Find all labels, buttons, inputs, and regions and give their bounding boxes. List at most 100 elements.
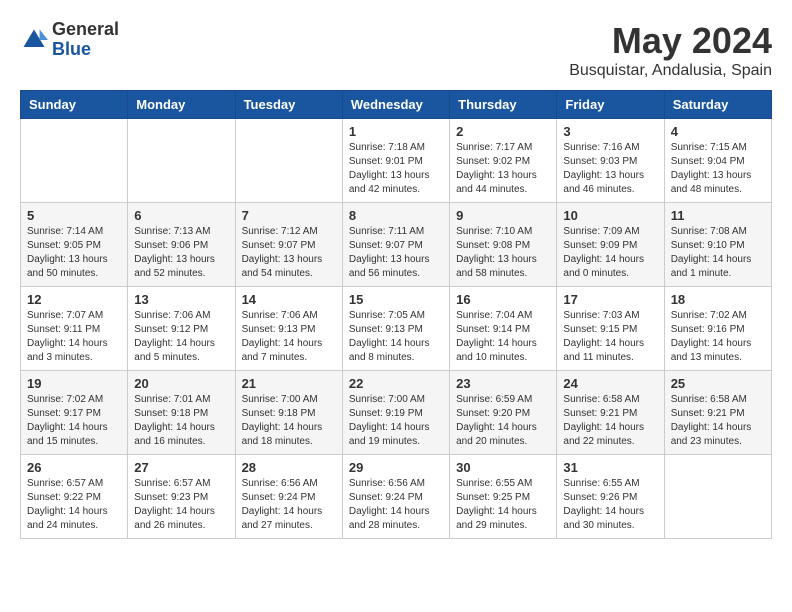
calendar-cell: 31 Sunrise: 6:55 AM Sunset: 9:26 PM Dayli… xyxy=(557,455,664,539)
day-number: 17 xyxy=(563,292,657,307)
header-tuesday: Tuesday xyxy=(235,91,342,119)
location-title: Busquistar, Andalusia, Spain xyxy=(569,62,772,80)
day-number: 27 xyxy=(134,460,228,475)
day-info: Sunrise: 7:18 AM Sunset: 9:01 PM Dayligh… xyxy=(349,141,443,197)
day-number: 16 xyxy=(456,292,550,307)
day-info: Sunrise: 7:03 AM Sunset: 9:15 PM Dayligh… xyxy=(563,309,657,365)
calendar-cell: 23 Sunrise: 6:59 AM Sunset: 9:20 PM Dayli… xyxy=(450,371,557,455)
day-info: Sunrise: 7:00 AM Sunset: 9:18 PM Dayligh… xyxy=(242,393,336,449)
day-info: Sunrise: 7:15 AM Sunset: 9:04 PM Dayligh… xyxy=(671,141,765,197)
day-info: Sunrise: 6:56 AM Sunset: 9:24 PM Dayligh… xyxy=(242,477,336,533)
day-info: Sunrise: 7:09 AM Sunset: 9:09 PM Dayligh… xyxy=(563,225,657,281)
day-number: 31 xyxy=(563,460,657,475)
day-number: 5 xyxy=(27,208,121,223)
header-wednesday: Wednesday xyxy=(342,91,449,119)
day-info: Sunrise: 7:17 AM Sunset: 9:02 PM Dayligh… xyxy=(456,141,550,197)
calendar-week-3: 12Sunrise: 7:07 AM Sunset: 9:11 PM Dayli… xyxy=(21,287,772,371)
calendar-cell: 20 Sunrise: 7:01 AM Sunset: 9:18 PM Dayli… xyxy=(128,371,235,455)
calendar-cell: 18 Sunrise: 7:02 AM Sunset: 9:16 PM Dayli… xyxy=(664,287,771,371)
calendar-cell: 24Sunrise: 6:58 AM Sunset: 9:21 PM Dayli… xyxy=(557,371,664,455)
header-friday: Friday xyxy=(557,91,664,119)
day-info: Sunrise: 7:14 AM Sunset: 9:05 PM Dayligh… xyxy=(27,225,121,281)
logo-icon xyxy=(20,26,48,54)
day-number: 18 xyxy=(671,292,765,307)
calendar-cell: 2 Sunrise: 7:17 AM Sunset: 9:02 PM Daylig… xyxy=(450,119,557,203)
day-info: Sunrise: 6:58 AM Sunset: 9:21 PM Dayligh… xyxy=(563,393,657,449)
day-number: 29 xyxy=(349,460,443,475)
day-info: Sunrise: 6:58 AM Sunset: 9:21 PM Dayligh… xyxy=(671,393,765,449)
day-number: 14 xyxy=(242,292,336,307)
day-number: 26 xyxy=(27,460,121,475)
day-number: 23 xyxy=(456,376,550,391)
month-title: May 2024 xyxy=(569,20,772,62)
day-number: 28 xyxy=(242,460,336,475)
calendar-cell xyxy=(235,119,342,203)
calendar-week-4: 19Sunrise: 7:02 AM Sunset: 9:17 PM Dayli… xyxy=(21,371,772,455)
day-number: 20 xyxy=(134,376,228,391)
calendar-cell: 6Sunrise: 7:13 AM Sunset: 9:06 PM Daylig… xyxy=(128,203,235,287)
logo-general-text: General xyxy=(52,19,119,39)
calendar-cell: 16 Sunrise: 7:04 AM Sunset: 9:14 PM Dayli… xyxy=(450,287,557,371)
day-info: Sunrise: 6:57 AM Sunset: 9:22 PM Dayligh… xyxy=(27,477,121,533)
day-info: Sunrise: 6:55 AM Sunset: 9:26 PM Dayligh… xyxy=(563,477,657,533)
page-header: General Blue May 2024 Busquistar, Andalu… xyxy=(20,20,772,80)
day-number: 12 xyxy=(27,292,121,307)
day-number: 22 xyxy=(349,376,443,391)
day-number: 21 xyxy=(242,376,336,391)
calendar-cell: 12Sunrise: 7:07 AM Sunset: 9:11 PM Dayli… xyxy=(21,287,128,371)
day-info: Sunrise: 7:13 AM Sunset: 9:06 PM Dayligh… xyxy=(134,225,228,281)
calendar-cell: 30 Sunrise: 6:55 AM Sunset: 9:25 PM Dayli… xyxy=(450,455,557,539)
calendar-week-2: 5 Sunrise: 7:14 AM Sunset: 9:05 PM Daylig… xyxy=(21,203,772,287)
calendar-table: Sunday Monday Tuesday Wednesday Thursday… xyxy=(20,90,772,539)
calendar-week-1: 1Sunrise: 7:18 AM Sunset: 9:01 PM Daylig… xyxy=(21,119,772,203)
calendar-cell: 15Sunrise: 7:05 AM Sunset: 9:13 PM Dayli… xyxy=(342,287,449,371)
day-number: 11 xyxy=(671,208,765,223)
day-info: Sunrise: 6:55 AM Sunset: 9:25 PM Dayligh… xyxy=(456,477,550,533)
day-number: 10 xyxy=(563,208,657,223)
calendar-cell: 11Sunrise: 7:08 AM Sunset: 9:10 PM Dayli… xyxy=(664,203,771,287)
day-info: Sunrise: 7:02 AM Sunset: 9:16 PM Dayligh… xyxy=(671,309,765,365)
day-number: 25 xyxy=(671,376,765,391)
calendar-week-5: 26 Sunrise: 6:57 AM Sunset: 9:22 PM Dayli… xyxy=(21,455,772,539)
calendar-cell: 7Sunrise: 7:12 AM Sunset: 9:07 PM Daylig… xyxy=(235,203,342,287)
day-info: Sunrise: 6:56 AM Sunset: 9:24 PM Dayligh… xyxy=(349,477,443,533)
calendar-cell: 19Sunrise: 7:02 AM Sunset: 9:17 PM Dayli… xyxy=(21,371,128,455)
calendar-cell: 3 Sunrise: 7:16 AM Sunset: 9:03 PM Daylig… xyxy=(557,119,664,203)
calendar-cell: 28 Sunrise: 6:56 AM Sunset: 9:24 PM Dayli… xyxy=(235,455,342,539)
day-number: 3 xyxy=(563,124,657,139)
day-number: 30 xyxy=(456,460,550,475)
day-info: Sunrise: 7:01 AM Sunset: 9:18 PM Dayligh… xyxy=(134,393,228,449)
day-number: 9 xyxy=(456,208,550,223)
calendar-cell: 22 Sunrise: 7:00 AM Sunset: 9:19 PM Dayli… xyxy=(342,371,449,455)
day-info: Sunrise: 7:10 AM Sunset: 9:08 PM Dayligh… xyxy=(456,225,550,281)
calendar-cell: 13 Sunrise: 7:06 AM Sunset: 9:12 PM Dayli… xyxy=(128,287,235,371)
day-number: 4 xyxy=(671,124,765,139)
day-info: Sunrise: 7:00 AM Sunset: 9:19 PM Dayligh… xyxy=(349,393,443,449)
header-saturday: Saturday xyxy=(664,91,771,119)
day-number: 13 xyxy=(134,292,228,307)
day-number: 15 xyxy=(349,292,443,307)
calendar-cell: 4 Sunrise: 7:15 AM Sunset: 9:04 PM Daylig… xyxy=(664,119,771,203)
day-info: Sunrise: 7:06 AM Sunset: 9:13 PM Dayligh… xyxy=(242,309,336,365)
calendar-cell xyxy=(664,455,771,539)
calendar-cell: 29 Sunrise: 6:56 AM Sunset: 9:24 PM Dayli… xyxy=(342,455,449,539)
calendar-cell: 9 Sunrise: 7:10 AM Sunset: 9:08 PM Daylig… xyxy=(450,203,557,287)
logo: General Blue xyxy=(20,20,119,60)
calendar-cell: 1Sunrise: 7:18 AM Sunset: 9:01 PM Daylig… xyxy=(342,119,449,203)
calendar-cell: 5 Sunrise: 7:14 AM Sunset: 9:05 PM Daylig… xyxy=(21,203,128,287)
day-info: Sunrise: 7:06 AM Sunset: 9:12 PM Dayligh… xyxy=(134,309,228,365)
calendar-cell: 14 Sunrise: 7:06 AM Sunset: 9:13 PM Dayli… xyxy=(235,287,342,371)
calendar-cell: 8Sunrise: 7:11 AM Sunset: 9:07 PM Daylig… xyxy=(342,203,449,287)
day-info: Sunrise: 6:59 AM Sunset: 9:20 PM Dayligh… xyxy=(456,393,550,449)
calendar-cell: 10 Sunrise: 7:09 AM Sunset: 9:09 PM Dayli… xyxy=(557,203,664,287)
calendar-cell: 21 Sunrise: 7:00 AM Sunset: 9:18 PM Dayli… xyxy=(235,371,342,455)
day-number: 2 xyxy=(456,124,550,139)
logo-blue-text: Blue xyxy=(52,39,91,59)
day-info: Sunrise: 7:02 AM Sunset: 9:17 PM Dayligh… xyxy=(27,393,121,449)
header-sunday: Sunday xyxy=(21,91,128,119)
header-monday: Monday xyxy=(128,91,235,119)
day-number: 7 xyxy=(242,208,336,223)
day-info: Sunrise: 7:11 AM Sunset: 9:07 PM Dayligh… xyxy=(349,225,443,281)
day-info: Sunrise: 7:16 AM Sunset: 9:03 PM Dayligh… xyxy=(563,141,657,197)
day-info: Sunrise: 7:04 AM Sunset: 9:14 PM Dayligh… xyxy=(456,309,550,365)
